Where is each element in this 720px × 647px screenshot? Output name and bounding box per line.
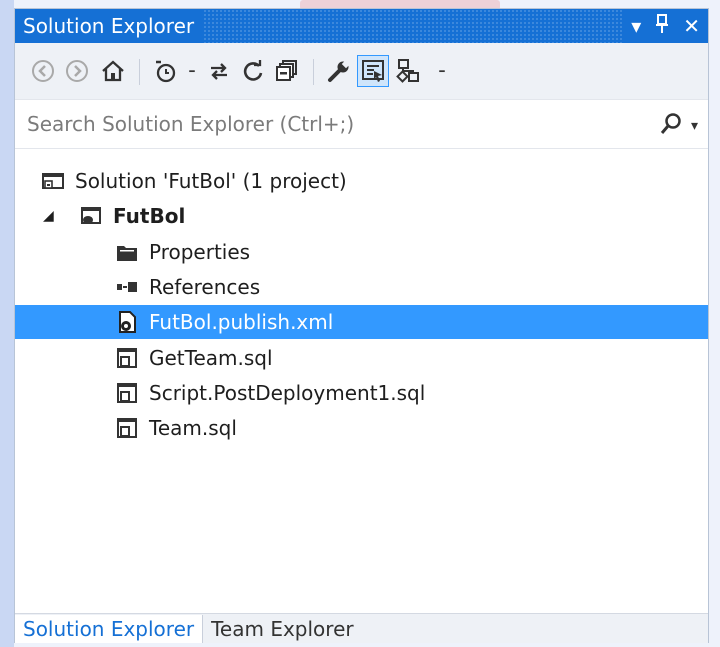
- search-input[interactable]: [25, 111, 629, 137]
- title-container: Solution Explorer: [15, 9, 205, 43]
- tree-item-label: Script.PostDeployment1.sql: [149, 381, 426, 405]
- pin-icon[interactable]: [655, 14, 669, 38]
- tree-item-label: Properties: [149, 240, 251, 264]
- publish-profile-icon: [115, 310, 139, 334]
- tree-item-publish-profile[interactable]: FutBol.publish.xml: [15, 305, 708, 339]
- refresh-icon[interactable]: [237, 55, 269, 87]
- solution-explorer-window: Solution Explorer ▾ ✕ Search Solution Ex…: [14, 8, 709, 643]
- toolbar: [15, 43, 708, 99]
- tab-team-explorer[interactable]: Team Explorer: [202, 615, 362, 643]
- tree-item-label: Solution 'FutBol' (1 project): [75, 169, 347, 193]
- bottom-tab-strip: Solution Explorer Team Explorer: [15, 613, 708, 643]
- sql-file-icon: [115, 381, 139, 405]
- tree-item-solution[interactable]: Solution 'FutBol' (1 project): [15, 164, 708, 198]
- tab-solution-explorer[interactable]: Solution Explorer: [15, 615, 203, 643]
- forward-icon[interactable]: [61, 55, 93, 87]
- title-bar[interactable]: Solution Explorer ▾ ✕: [15, 9, 708, 43]
- back-icon[interactable]: [27, 55, 59, 87]
- dropdown-arrow-icon[interactable]: ▾: [631, 16, 641, 36]
- tree-item-label: FutBol: [113, 204, 186, 228]
- toolbar-separator: [313, 59, 314, 85]
- references-icon: [115, 275, 139, 299]
- tree-item-label: GetTeam.sql: [149, 346, 273, 370]
- tree-item-references[interactable]: References: [15, 270, 708, 304]
- class-diagram-icon[interactable]: [393, 55, 425, 87]
- tree-item-project[interactable]: ◢ FutBol: [15, 199, 708, 233]
- window-title: Solution Explorer: [23, 14, 195, 38]
- toolbar-separator: [139, 59, 140, 85]
- solution-icon: [41, 169, 65, 193]
- sql-file-icon: [115, 416, 139, 440]
- search-icon[interactable]: [659, 112, 683, 140]
- properties-wrench-icon[interactable]: [323, 55, 355, 87]
- expanded-triangle-icon[interactable]: ◢: [43, 208, 54, 224]
- dropdown-arrow-icon[interactable]: [183, 55, 201, 87]
- home-icon[interactable]: [97, 55, 129, 87]
- preview-selected-icon[interactable]: [357, 55, 389, 87]
- title-controls: ▾ ✕: [623, 9, 708, 43]
- tree-item-label: References: [149, 275, 261, 299]
- search-options-dropdown-icon[interactable]: ▾: [691, 118, 698, 134]
- tree-item-sql-file[interactable]: GetTeam.sql: [15, 341, 708, 375]
- tree-item-sql-file[interactable]: Team.sql: [15, 411, 708, 445]
- sql-file-icon: [115, 346, 139, 370]
- folder-icon: [115, 240, 139, 264]
- tree-item-label: FutBol.publish.xml: [149, 310, 334, 334]
- tree-item-label: Team.sql: [149, 416, 237, 440]
- database-project-icon: [79, 204, 103, 228]
- dropdown-arrow-icon[interactable]: [433, 55, 451, 87]
- tree-item-sql-file[interactable]: Script.PostDeployment1.sql: [15, 376, 708, 410]
- pending-changes-icon[interactable]: [149, 55, 181, 87]
- collapse-all-icon[interactable]: [271, 55, 303, 87]
- search-box: ▾: [15, 99, 708, 149]
- tree-item-properties[interactable]: Properties: [15, 235, 708, 269]
- sync-icon[interactable]: [203, 55, 235, 87]
- close-icon[interactable]: ✕: [683, 16, 700, 36]
- background-decoration: [0, 0, 14, 647]
- search-controls: ▾: [659, 112, 698, 140]
